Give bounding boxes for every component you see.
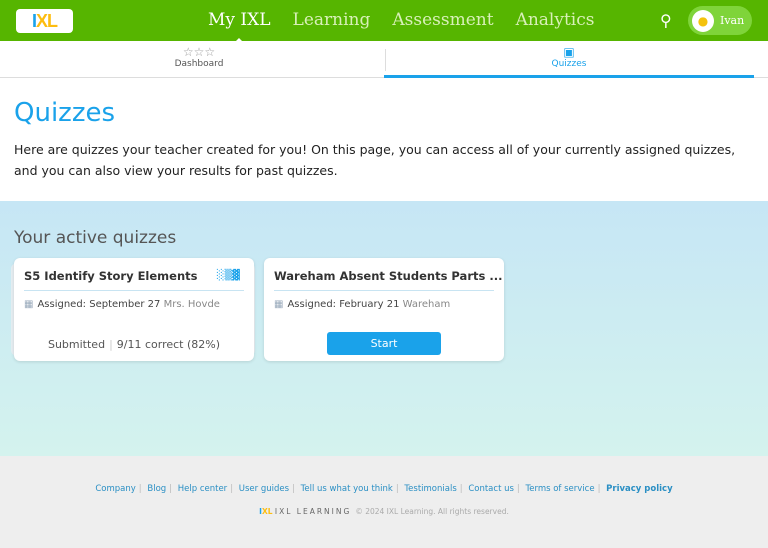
score: 9/11 correct (82%) — [116, 338, 221, 351]
sub-nav: ☆☆☆ Dashboard ▣ Quizzes — [0, 41, 768, 78]
stars-icon: ☆☆☆ — [182, 45, 216, 59]
tab-dashboard[interactable]: ☆☆☆ Dashboard — [14, 45, 384, 69]
section-heading: Your active quizzes — [14, 228, 177, 248]
ixl-logo[interactable]: I XL — [16, 9, 73, 33]
bar-chart-icon[interactable]: ░▒▓ — [217, 270, 240, 281]
teacher: Mrs. Hovde — [163, 299, 220, 310]
user-menu[interactable]: ● Ivan — [688, 6, 752, 35]
tab-label: Dashboard — [174, 59, 224, 69]
quiz-title: Wareham Absent Students Parts ... — [274, 269, 503, 283]
tab-label: Quizzes — [551, 59, 587, 69]
avatar: ● — [692, 9, 714, 32]
footer-link[interactable]: Blog — [147, 484, 166, 494]
assigned-date: Assigned: September 27 — [37, 299, 161, 310]
footer-link[interactable]: Privacy policy — [606, 484, 672, 494]
start-button[interactable]: Start — [327, 332, 441, 355]
logo-text: IXL LEARNING — [274, 507, 352, 516]
copyright-text: © 2024 IXL Learning. All rights reserved… — [355, 507, 509, 516]
intro-text: Here are quizzes your teacher created fo… — [14, 142, 736, 178]
status: Submitted — [47, 338, 106, 351]
footer-link[interactable]: User guides — [239, 484, 289, 494]
calendar-icon: ▦ — [274, 299, 284, 310]
nav-learning[interactable]: Learning — [293, 10, 371, 30]
nav-assessment[interactable]: Assessment — [392, 10, 493, 30]
user-name: Ivan — [720, 14, 745, 27]
quiz-card[interactable]: Wareham Absent Students Parts ... ▦ Assig… — [264, 258, 504, 361]
copyright: IXL IXL LEARNING © 2024 IXL Learning. All… — [0, 507, 768, 516]
ixl-learning-logo: IXL — [259, 507, 273, 516]
footer-link[interactable]: Terms of service — [526, 484, 595, 494]
footer-link[interactable]: Tell us what you think — [301, 484, 393, 494]
main-nav: My IXL Learning Assessment Analytics — [208, 10, 595, 44]
footer-link[interactable]: Company — [95, 484, 135, 494]
footer-link[interactable]: Contact us — [468, 484, 514, 494]
search-icon[interactable]: ⚲ — [660, 11, 672, 30]
nav-my-ixl[interactable]: My IXL — [208, 10, 271, 44]
footer-links: Company | Blog | Help center | User guides |… — [95, 484, 673, 494]
teacher: Wareham — [402, 299, 451, 310]
quiz-icon: ▣ — [563, 45, 575, 59]
page-title: Quizzes — [14, 98, 116, 128]
tab-quizzes[interactable]: ▣ Quizzes — [384, 45, 754, 78]
quiz-title: S5 Identify Story Elements — [24, 269, 198, 283]
footer-link[interactable]: Help center — [178, 484, 227, 494]
nav-analytics[interactable]: Analytics — [516, 10, 595, 30]
quiz-card[interactable]: S5 Identify Story Elements ░▒▓ ▦ Assigned:… — [14, 258, 254, 361]
assigned-date: Assigned: February 21 — [287, 299, 400, 310]
footer: Company | Blog | Help center | User guides |… — [0, 456, 768, 548]
footer-link[interactable]: Testimonials — [404, 484, 456, 494]
active-quizzes-section: Your active quizzes S5 Identify Story El… — [0, 201, 768, 456]
calendar-icon: ▦ — [24, 299, 34, 310]
top-bar: I XL My IXL Learning Assessment Analytics… — [0, 0, 768, 44]
